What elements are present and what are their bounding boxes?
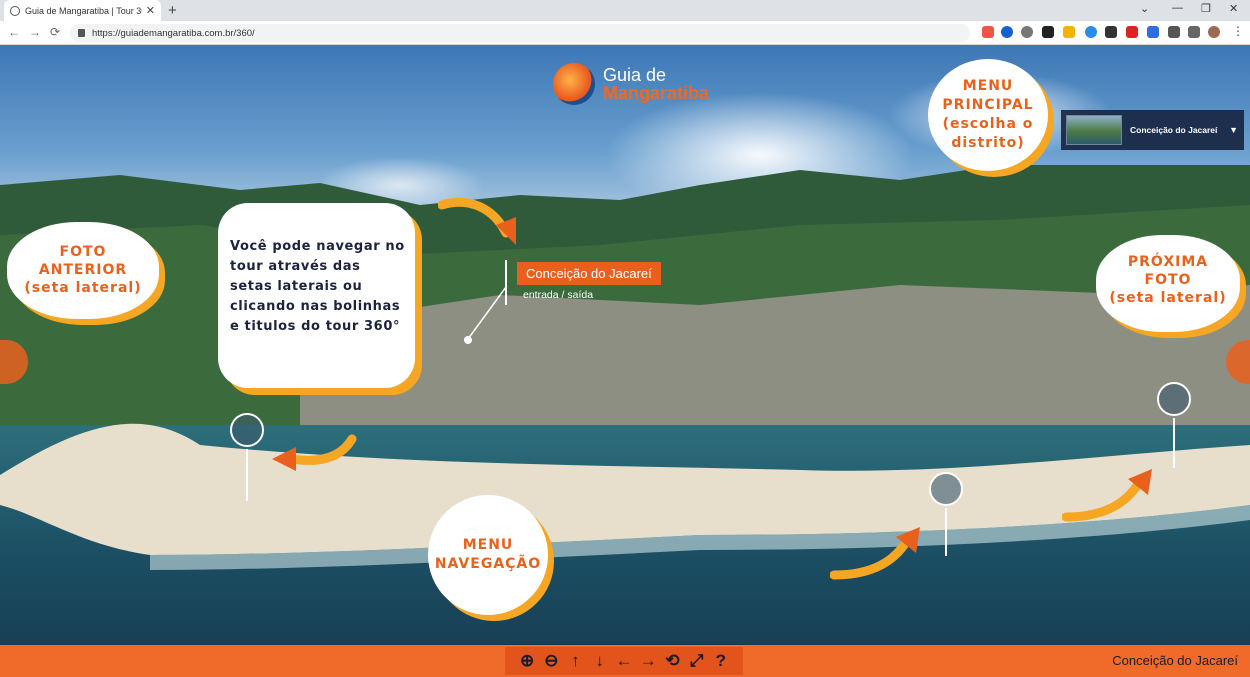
- arrow-up-icon[interactable]: ↑: [566, 651, 586, 671]
- hotspot-pointer: [464, 286, 507, 344]
- logo-line2: Mangaratiba: [603, 83, 710, 103]
- hotspot-dot[interactable]: [929, 472, 963, 506]
- reading-list-icon[interactable]: [1188, 26, 1200, 38]
- callout-line: PRÓXIMA: [1127, 254, 1209, 270]
- arrow-left-icon[interactable]: ←: [614, 651, 634, 671]
- hotspot-pole: [945, 508, 947, 556]
- main-menu-callout: MENU PRINCIPAL (escolha o distrito): [928, 59, 1048, 171]
- browser-tab-bar: Guia de Mangaratiba | Tour 360 ✕ + ⌄ — ❐…: [0, 0, 1250, 21]
- callout-line: ANTERIOR: [38, 262, 128, 278]
- extension-icon[interactable]: [1063, 26, 1075, 38]
- district-select-value: Conceição do Jacareí: [1130, 125, 1218, 135]
- globe-icon: [10, 5, 20, 16]
- extension-icon[interactable]: [1105, 26, 1117, 38]
- callout-line: FOTO: [1144, 272, 1192, 288]
- curved-arrow-icon: [272, 434, 357, 471]
- callout-line: (escolha o: [942, 116, 1034, 132]
- nav-menu-callout: MENU NAVEGAÇÃO: [428, 495, 548, 615]
- curved-arrow-icon: [438, 197, 516, 245]
- current-location-title: Conceição do Jacareí: [1112, 653, 1238, 668]
- bottom-bar: ⊕ ⊖ ↑ ↓ ← → ⟲ ⤢ ? Conceição do Jacareí: [0, 645, 1250, 677]
- arrow-down-icon[interactable]: ↓: [590, 651, 610, 671]
- new-tab-button[interactable]: +: [168, 2, 177, 19]
- callout-line: (seta lateral): [1109, 290, 1227, 306]
- extension-icon[interactable]: [982, 26, 994, 38]
- hotspot-title[interactable]: Conceição do Jacareí: [517, 262, 661, 285]
- reload-button[interactable]: ⟳: [50, 25, 60, 39]
- callout-line: PRINCIPAL: [942, 97, 1034, 113]
- tab-title: Guia de Mangaratiba | Tour 360: [25, 5, 142, 16]
- back-button[interactable]: ←: [8, 25, 20, 39]
- help-text: Você pode navegar no tour através das se…: [230, 239, 405, 334]
- site-logo[interactable]: Guia de Mangaratiba: [553, 63, 709, 105]
- extension-icon[interactable]: [1001, 26, 1013, 38]
- callout-line: (seta lateral): [24, 280, 142, 296]
- puzzle-icon[interactable]: [1168, 26, 1180, 38]
- extension-icon[interactable]: [1042, 26, 1054, 38]
- help-icon[interactable]: ?: [711, 651, 731, 671]
- arrow-right-icon[interactable]: →: [638, 651, 658, 671]
- forward-button[interactable]: →: [29, 25, 41, 39]
- browser-tab[interactable]: Guia de Mangaratiba | Tour 360 ✕: [4, 0, 161, 21]
- hotspot-pole: [246, 449, 248, 501]
- tab-search-button[interactable]: ⌄: [1140, 2, 1149, 15]
- lock-icon: [78, 29, 85, 37]
- district-select[interactable]: Conceição do Jacareí ▼: [1061, 110, 1244, 150]
- tab-close-button[interactable]: ✕: [146, 4, 155, 17]
- hotspot-dot[interactable]: [230, 413, 264, 447]
- prev-photo-callout: FOTO ANTERIOR (seta lateral): [7, 222, 159, 319]
- next-photo-callout: PRÓXIMA FOTO (seta lateral): [1096, 235, 1240, 332]
- close-window-button[interactable]: ✕: [1229, 2, 1238, 15]
- chevron-down-icon: ▼: [1229, 125, 1238, 135]
- youtube-icon[interactable]: [1126, 26, 1138, 38]
- extension-icon[interactable]: [1085, 26, 1097, 38]
- callout-line: MENU: [462, 537, 514, 553]
- url-text: https://guiademangaratiba.com.br/360/: [92, 27, 255, 39]
- callout-line: MENU: [962, 78, 1014, 94]
- translate-icon[interactable]: [1147, 26, 1159, 38]
- autorotate-icon[interactable]: ⟲: [662, 651, 682, 671]
- kebab-menu-icon[interactable]: ⋮: [1232, 24, 1244, 38]
- panorama-viewer[interactable]: Guia de Mangaratiba MENU PRINCIPAL (esco…: [0, 45, 1250, 645]
- zoom-in-icon[interactable]: ⊕: [517, 651, 537, 671]
- callout-line: FOTO: [59, 244, 107, 260]
- curved-arrow-icon: [1062, 469, 1152, 522]
- restore-button[interactable]: ❐: [1201, 2, 1211, 15]
- navigation-menu: ⊕ ⊖ ↑ ↓ ← → ⟲ ⤢ ?: [505, 647, 743, 675]
- callout-line: distrito): [951, 135, 1025, 151]
- hotspot-dot[interactable]: [1157, 382, 1191, 416]
- logo-icon: [553, 63, 595, 105]
- mountains-image: [0, 165, 1250, 425]
- help-speech-bubble: Você pode navegar no tour através das se…: [218, 203, 415, 388]
- avatar[interactable]: [1208, 26, 1220, 38]
- minimize-button[interactable]: —: [1172, 2, 1183, 14]
- curved-arrow-icon: [830, 527, 920, 580]
- url-field[interactable]: https://guiademangaratiba.com.br/360/: [70, 24, 970, 42]
- hotspot-subtitle: entrada / saída: [523, 289, 594, 301]
- hotspot-pole: [1173, 418, 1175, 468]
- logo-line1: Guia de: [603, 65, 667, 85]
- zoom-out-icon[interactable]: ⊖: [541, 651, 561, 671]
- extension-icon[interactable]: [1021, 26, 1033, 38]
- fullscreen-icon[interactable]: ⤢: [687, 651, 707, 671]
- callout-line: NAVEGAÇÃO: [434, 556, 542, 572]
- district-thumbnail: [1066, 115, 1122, 145]
